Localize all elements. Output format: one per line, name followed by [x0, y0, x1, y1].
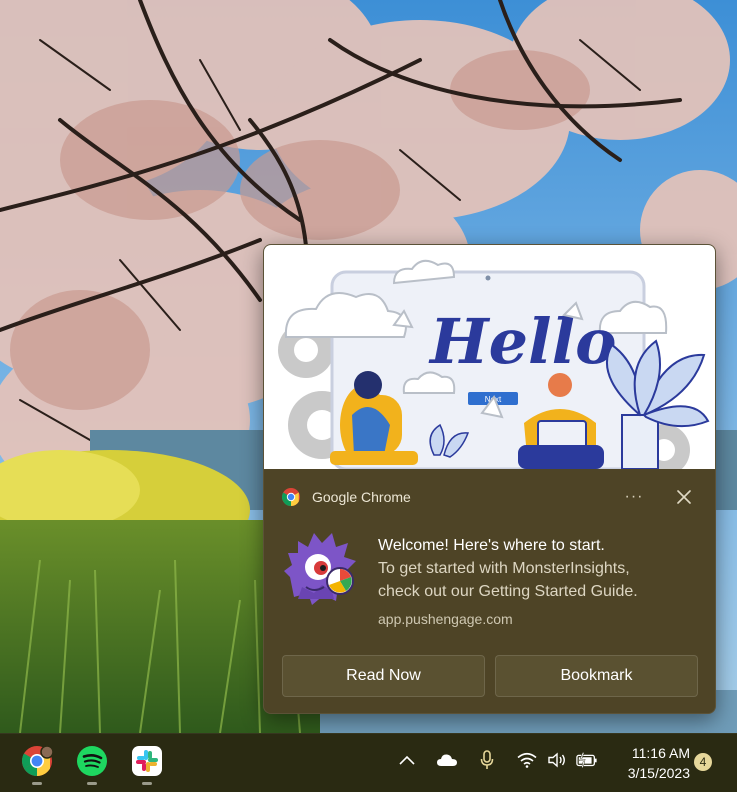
notification-body: Welcome! Here's where to start. To get s…: [378, 535, 698, 627]
wifi-icon: [517, 752, 537, 768]
show-hidden-icons-button[interactable]: [396, 749, 418, 771]
volume-button[interactable]: [546, 749, 568, 771]
close-icon: [677, 490, 691, 504]
network-button[interactable]: [516, 749, 538, 771]
read-now-button[interactable]: Read Now: [282, 655, 485, 697]
chrome-notification-toast[interactable]: Hello Next: [263, 244, 716, 714]
more-options-button[interactable]: ···: [620, 483, 648, 511]
notification-source: app.pushengage.com: [378, 611, 513, 627]
chevron-up-icon: [399, 755, 415, 765]
notification-actions: Read Now Bookmark: [282, 655, 698, 697]
cloud-icon: [437, 754, 457, 766]
slack-icon: [132, 746, 162, 776]
close-button[interactable]: [670, 483, 698, 511]
notification-description-line1: To get started with MonsterInsights,: [378, 560, 630, 577]
battery-button[interactable]: [576, 749, 598, 771]
running-indicator: [87, 782, 97, 785]
monsterinsights-logo-icon: [284, 533, 356, 605]
chrome-icon: [21, 745, 54, 776]
microphone-button[interactable]: [476, 749, 498, 771]
bookmark-button[interactable]: Bookmark: [495, 655, 698, 697]
taskbar: 11:16 AM 3/15/2023 4: [0, 733, 737, 792]
running-indicator: [142, 782, 152, 785]
battery-icon: [576, 752, 597, 768]
onedrive-button[interactable]: [436, 749, 458, 771]
chrome-icon: [282, 488, 300, 506]
microphone-icon: [480, 750, 494, 769]
running-indicator: [32, 782, 42, 785]
notification-description-line2: check out our Getting Started Guide.: [378, 583, 638, 600]
clock-time: 11:16 AM: [631, 745, 690, 761]
notification-app-header: Google Chrome: [282, 485, 411, 509]
spotify-icon: [77, 746, 107, 776]
taskbar-app-slack[interactable]: [131, 745, 163, 785]
notification-title: Welcome! Here's where to start.: [378, 537, 605, 554]
notification-hero-image: Hello Next: [264, 245, 715, 469]
volume-icon: [548, 752, 565, 768]
hero-hello-text: Hello: [428, 305, 616, 378]
notification-app-name: Google Chrome: [312, 489, 411, 505]
taskbar-app-chrome[interactable]: [21, 745, 54, 785]
clock-date: 3/15/2023: [627, 765, 690, 781]
notification-count-badge[interactable]: 4: [694, 753, 712, 771]
clock[interactable]: 11:16 AM 3/15/2023: [610, 743, 690, 783]
taskbar-app-spotify[interactable]: [76, 745, 108, 785]
